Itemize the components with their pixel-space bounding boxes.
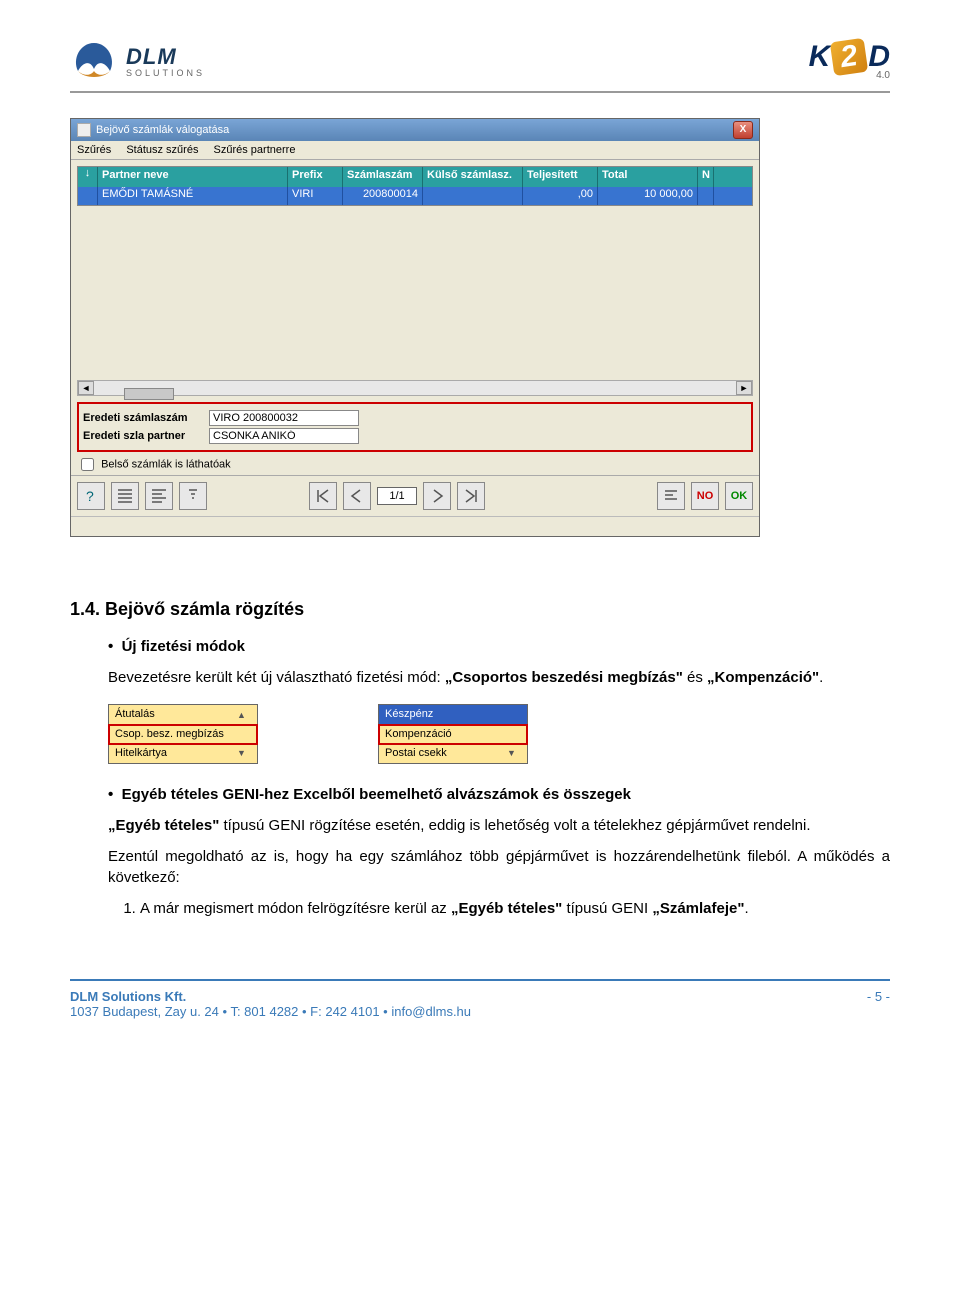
dropdown-screenshots: Átutalás▲ Csop. besz. megbízás Hitelkárt… bbox=[108, 704, 890, 764]
toolbar-first-button[interactable] bbox=[309, 482, 337, 510]
footer-page-number: - 5 - bbox=[867, 989, 890, 1019]
footer-divider bbox=[70, 979, 890, 981]
label-eredeti-szla-partner: Eredeti szla partner bbox=[83, 430, 203, 442]
toolbar-list2-button[interactable] bbox=[145, 482, 173, 510]
scroll-left-arrow[interactable]: ◄ bbox=[78, 381, 94, 395]
paragraph-geni1: „Egyéb tételes" típusú GENI rögzítése es… bbox=[108, 815, 890, 836]
col-n[interactable]: N bbox=[698, 167, 714, 187]
option-csop-besz[interactable]: Csop. besz. megbízás bbox=[109, 725, 257, 744]
cell-szamlaszam: 200800014 bbox=[343, 187, 423, 205]
option-hitelkartya[interactable]: Hitelkártya▼ bbox=[109, 744, 257, 763]
col-total[interactable]: Total bbox=[598, 167, 698, 187]
horizontal-scrollbar[interactable]: ◄ ► bbox=[77, 380, 753, 396]
footer-contact: 1037 Budapest, Zay u. 24 • T: 801 4282 •… bbox=[70, 1004, 471, 1019]
page-header: DLM SOLUTIONS K2D 4.0 bbox=[70, 40, 890, 81]
checkbox-belso-szamlak[interactable] bbox=[81, 458, 94, 471]
scroll-down-icon[interactable]: ▼ bbox=[507, 747, 521, 760]
window-menubar: Szűrés Státusz szűrés Szűrés partnerre bbox=[71, 141, 759, 160]
k2d-2-badge: 2 bbox=[830, 38, 868, 76]
cell-partner: EMŐDI TAMÁSNÉ bbox=[98, 187, 288, 205]
k2d-d: D bbox=[868, 40, 890, 73]
document-body: 1.4. Bejövő számla rögzítés • Új fizetés… bbox=[70, 597, 890, 919]
svg-text:?: ? bbox=[86, 488, 94, 504]
input-eredeti-szamlaszam[interactable] bbox=[209, 410, 359, 426]
window-title: Bejövő számlák válogatása bbox=[96, 124, 229, 136]
page-footer: DLM Solutions Kft. 1037 Budapest, Zay u.… bbox=[70, 979, 890, 1019]
window-toolbar: ? 1/1 NO OK bbox=[71, 475, 759, 516]
scroll-right-arrow[interactable]: ► bbox=[736, 381, 752, 395]
scroll-down-icon[interactable]: ▼ bbox=[237, 747, 251, 760]
subsection-uj-fizetesi: • Új fizetési módok bbox=[108, 636, 890, 657]
toolbar-list1-button[interactable] bbox=[111, 482, 139, 510]
option-atutalas[interactable]: Átutalás▲ bbox=[109, 705, 257, 724]
scroll-thumb[interactable] bbox=[124, 388, 174, 400]
menu-szures[interactable]: Szűrés bbox=[77, 144, 111, 156]
k2d-k: K bbox=[809, 40, 831, 73]
section-heading: 1.4. Bejövő számla rögzítés bbox=[70, 597, 890, 622]
dlm-subtitle: SOLUTIONS bbox=[126, 68, 205, 78]
col-partner-neve[interactable]: Partner neve bbox=[98, 167, 288, 187]
grid-row[interactable]: EMŐDI TAMÁSNÉ VIRI 200800014 ,00 10 000,… bbox=[78, 187, 752, 205]
menu-szures-partnerre[interactable]: Szűrés partnerre bbox=[214, 144, 296, 156]
scroll-up-icon[interactable]: ▲ bbox=[237, 709, 251, 722]
subsection-egyeb-teteles: • Egyéb tételes GENI-hez Excelből beemel… bbox=[108, 784, 890, 805]
logo-k2d: K2D 4.0 bbox=[809, 40, 890, 81]
toolbar-next-button[interactable] bbox=[423, 482, 451, 510]
col-kulso-szamlasz[interactable]: Külső számlasz. bbox=[423, 167, 523, 187]
dropdown-right: Készpénz Kompenzáció Postai csekk▼ bbox=[378, 704, 528, 764]
checkbox-label: Belső számlák is láthatóak bbox=[101, 458, 231, 470]
toolbar-pager: 1/1 bbox=[377, 487, 417, 505]
paragraph-geni2: Ezentúl megoldható az is, hogy ha egy sz… bbox=[108, 846, 890, 888]
dropdown-left: Átutalás▲ Csop. besz. megbízás Hitelkárt… bbox=[108, 704, 258, 764]
cell-prefix: VIRI bbox=[288, 187, 343, 205]
option-postai-csekk[interactable]: Postai csekk▼ bbox=[379, 744, 527, 763]
highlighted-form-area: Eredeti számlaszám Eredeti szla partner bbox=[77, 402, 753, 452]
screenshot-window: Bejövő számlák válogatása X Szűrés Státu… bbox=[70, 118, 760, 537]
toolbar-last-button[interactable] bbox=[457, 482, 485, 510]
option-kompenzacio[interactable]: Kompenzáció bbox=[379, 725, 527, 744]
window-app-icon bbox=[77, 123, 91, 137]
toolbar-no-button[interactable]: NO bbox=[691, 482, 719, 510]
cell-total: 10 000,00 bbox=[598, 187, 698, 205]
footer-company: DLM Solutions Kft. bbox=[70, 989, 471, 1004]
dlm-swirl-icon bbox=[70, 41, 118, 81]
grid-header: ↓ Partner neve Prefix Számlaszám Külső s… bbox=[78, 167, 752, 187]
toolbar-prev-button[interactable] bbox=[343, 482, 371, 510]
option-keszpenz[interactable]: Készpénz bbox=[379, 705, 527, 724]
logo-dlm: DLM SOLUTIONS bbox=[70, 41, 205, 81]
close-button[interactable]: X bbox=[733, 121, 753, 139]
cell-teljesitett: ,00 bbox=[523, 187, 598, 205]
list-item-1: A már megismert módon felrögzítésre kerü… bbox=[140, 898, 890, 919]
numbered-list: A már megismert módon felrögzítésre kerü… bbox=[140, 898, 890, 919]
col-szamlaszam[interactable]: Számlaszám bbox=[343, 167, 423, 187]
toolbar-align-button[interactable] bbox=[657, 482, 685, 510]
input-eredeti-szla-partner[interactable] bbox=[209, 428, 359, 444]
header-divider bbox=[70, 91, 890, 93]
label-eredeti-szamlaszam: Eredeti számlaszám bbox=[83, 412, 203, 424]
invoices-grid[interactable]: ↓ Partner neve Prefix Számlaszám Külső s… bbox=[77, 166, 753, 206]
dlm-name: DLM bbox=[126, 44, 177, 69]
menu-statusz-szures[interactable]: Státusz szűrés bbox=[126, 144, 198, 156]
cell-kulso bbox=[423, 187, 523, 205]
paragraph-intro: Bevezetésre került két új választható fi… bbox=[108, 667, 890, 688]
sort-indicator[interactable]: ↓ bbox=[78, 167, 98, 187]
col-prefix[interactable]: Prefix bbox=[288, 167, 343, 187]
window-titlebar: Bejövő számlák válogatása X bbox=[71, 119, 759, 141]
toolbar-filter-button[interactable] bbox=[179, 482, 207, 510]
toolbar-ok-button[interactable]: OK bbox=[725, 482, 753, 510]
col-teljesitett[interactable]: Teljesített bbox=[523, 167, 598, 187]
toolbar-help-button[interactable]: ? bbox=[77, 482, 105, 510]
